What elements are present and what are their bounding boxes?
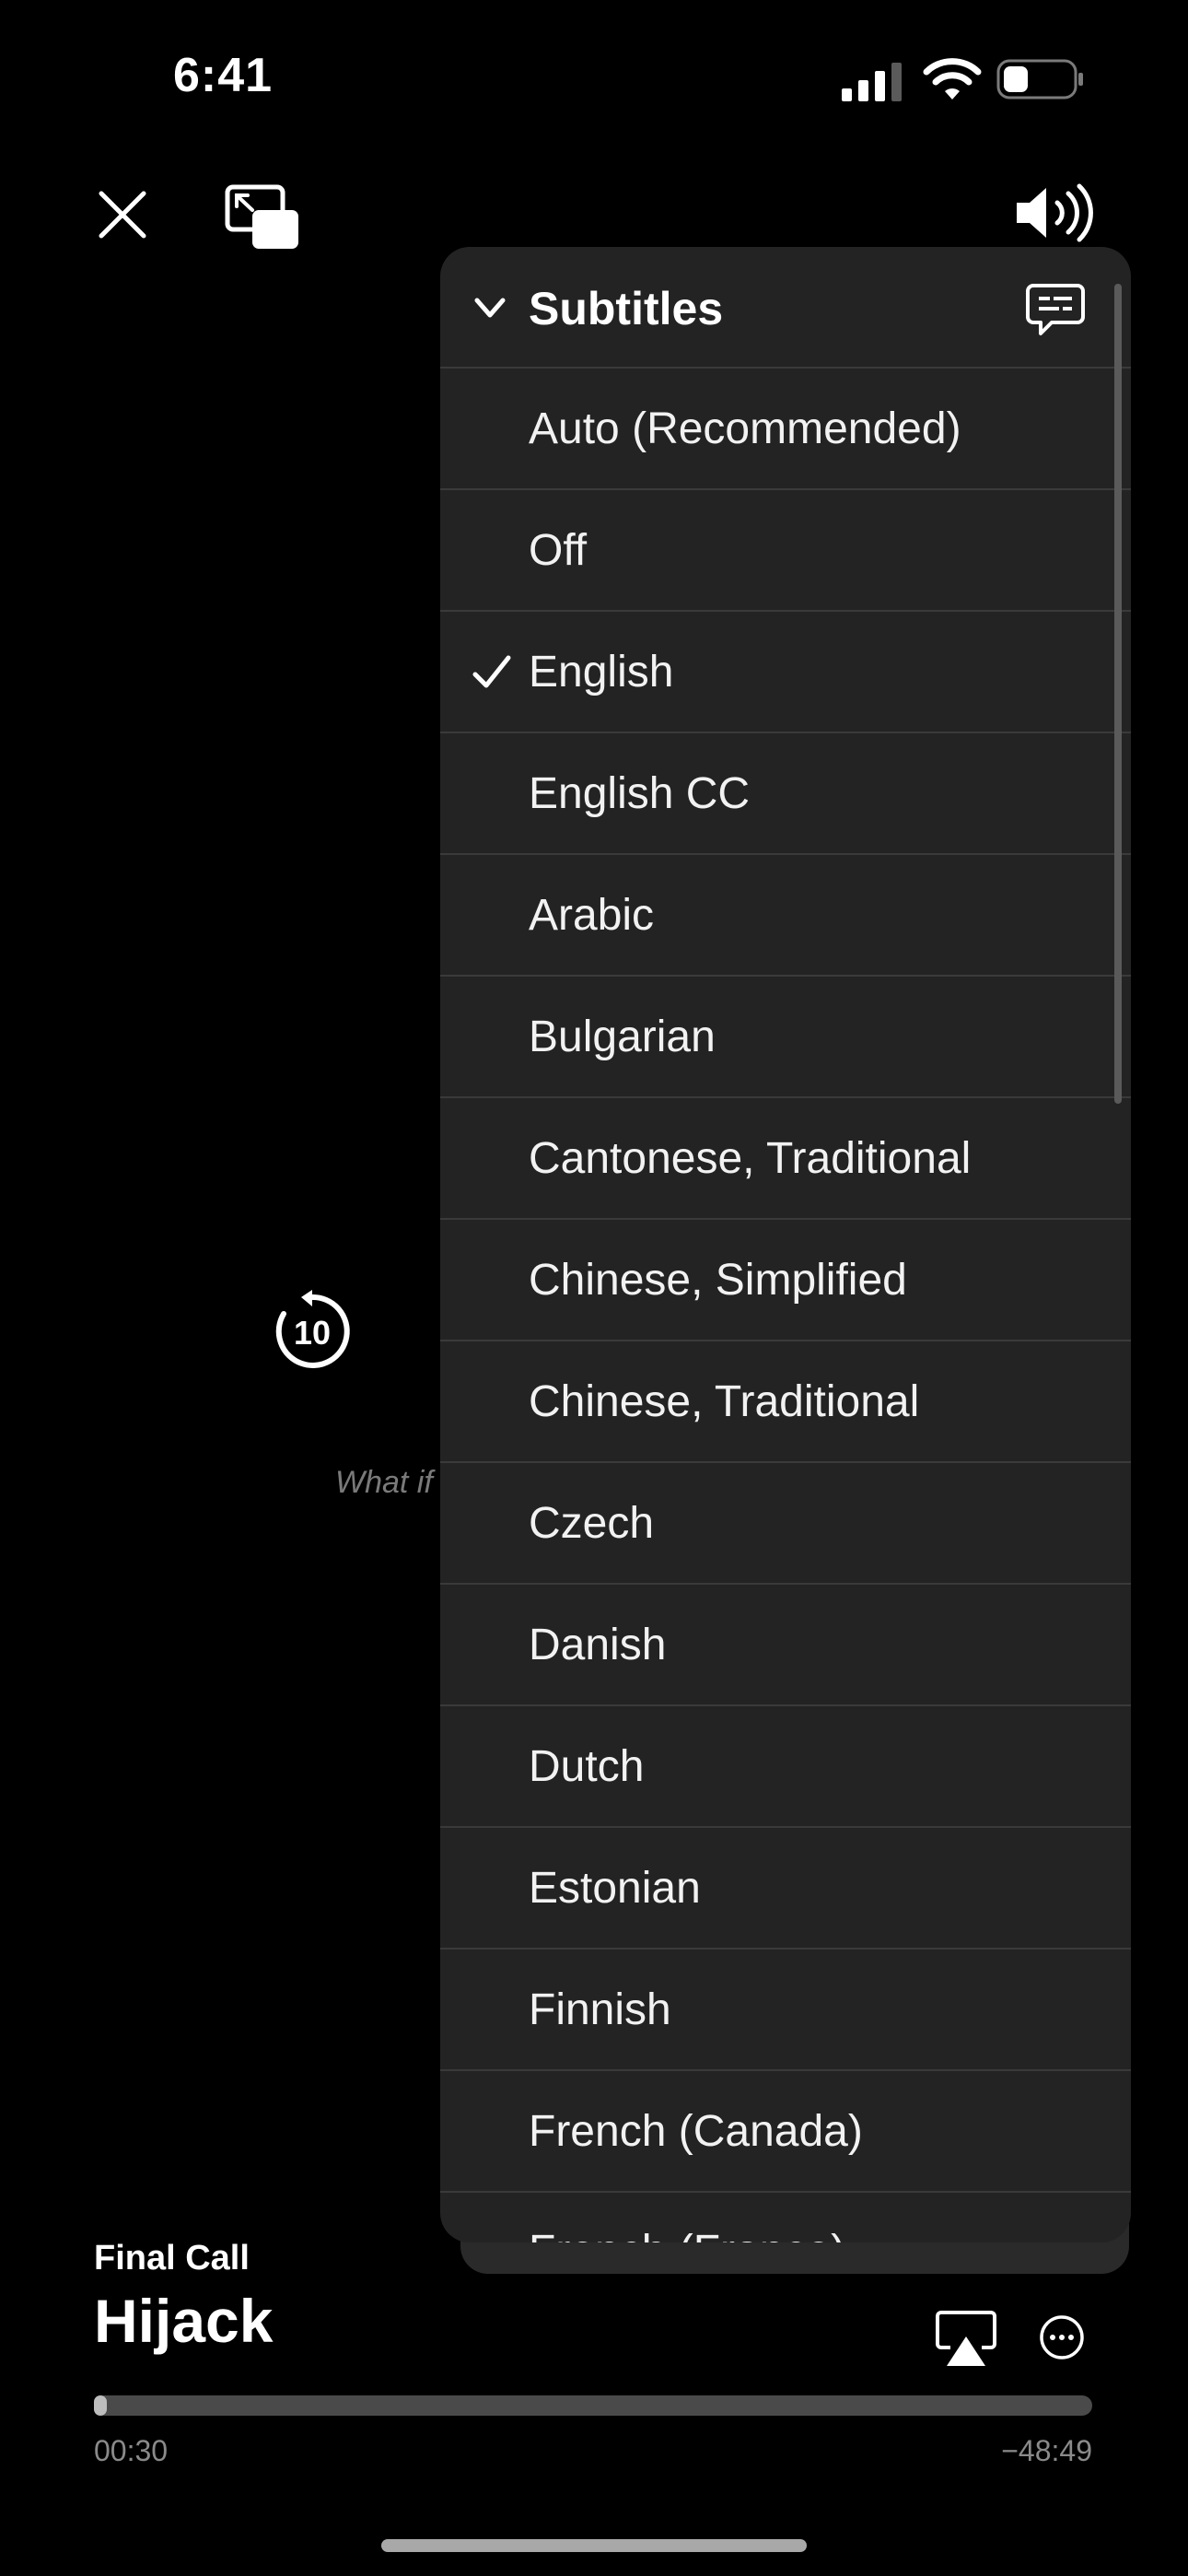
subtitle-option-label: Chinese, Traditional bbox=[529, 1376, 920, 1426]
status-time: 6:41 bbox=[173, 49, 274, 102]
subtitles-menu-header[interactable]: Subtitles bbox=[440, 247, 1131, 369]
volume-button[interactable] bbox=[1013, 182, 1096, 243]
subtitles-menu-title: Subtitles bbox=[529, 283, 724, 334]
subtitle-option-english[interactable]: English bbox=[440, 612, 1131, 733]
subtitles-menu: Subtitles Auto (Recommended) Off English… bbox=[440, 247, 1131, 2242]
status-bar: 6:41 bbox=[0, 0, 1188, 147]
subtitles-icon bbox=[1026, 284, 1085, 335]
subtitle-option-off[interactable]: Off bbox=[440, 490, 1131, 612]
more-icon bbox=[1040, 2315, 1084, 2359]
subtitle-option-label: English bbox=[529, 647, 674, 697]
subtitle-option-label: Finnish bbox=[529, 1985, 671, 2034]
subtitle-option-french-canada[interactable]: French (Canada) bbox=[440, 2071, 1131, 2193]
subtitle-option-french-france[interactable]: French (France) bbox=[440, 2193, 1131, 2242]
battery-icon bbox=[996, 59, 1083, 100]
subtitle-option-label: French (France) bbox=[529, 2226, 845, 2242]
subtitle-option-label: English CC bbox=[529, 768, 751, 818]
picture-in-picture-icon bbox=[225, 184, 298, 249]
subtitle-option-label: Cantonese, Traditional bbox=[529, 1133, 972, 1183]
subtitle-option-chinese-simplified[interactable]: Chinese, Simplified bbox=[440, 1220, 1131, 1341]
subtitle-option-czech[interactable]: Czech bbox=[440, 1463, 1131, 1585]
playback-progress-fill bbox=[94, 2395, 107, 2416]
subtitle-option-label: Estonian bbox=[529, 1863, 701, 1913]
subtitle-option-label: Arabic bbox=[529, 890, 655, 940]
subtitle-option-label: Bulgarian bbox=[529, 1012, 716, 1061]
skip-back-seconds: 10 bbox=[293, 1314, 332, 1352]
close-icon bbox=[99, 191, 146, 239]
subtitle-option-english-cc[interactable]: English CC bbox=[440, 733, 1131, 855]
subtitle-option-finnish[interactable]: Finnish bbox=[440, 1950, 1131, 2071]
menu-scrollbar[interactable] bbox=[1114, 284, 1122, 1104]
subtitle-option-label: French (Canada) bbox=[529, 2106, 863, 2156]
subtitle-option-label: Czech bbox=[529, 1498, 655, 1548]
more-options-button[interactable] bbox=[1039, 2314, 1085, 2360]
subtitle-option-auto[interactable]: Auto (Recommended) bbox=[440, 369, 1131, 490]
episode-title: Final Call bbox=[94, 2239, 250, 2277]
remaining-time: −48:49 bbox=[1001, 2434, 1092, 2467]
home-indicator[interactable] bbox=[381, 2539, 807, 2552]
elapsed-time: 00:30 bbox=[94, 2434, 169, 2467]
now-playing-info: Final Call Hijack bbox=[94, 2239, 273, 2356]
close-button[interactable] bbox=[92, 184, 153, 245]
show-title: Hijack bbox=[94, 2287, 274, 2355]
playback-progress-bar[interactable] bbox=[94, 2395, 1092, 2416]
airplay-icon bbox=[936, 2311, 996, 2366]
subtitle-option-label: Danish bbox=[529, 1620, 667, 1669]
picture-in-picture-button[interactable] bbox=[225, 184, 300, 251]
skip-back-10-button[interactable]: 10 bbox=[271, 1290, 354, 1373]
volume-icon bbox=[1017, 183, 1093, 242]
subtitle-option-bulgarian[interactable]: Bulgarian bbox=[440, 977, 1131, 1098]
wifi-icon bbox=[923, 58, 982, 100]
subtitle-option-label: Chinese, Simplified bbox=[529, 1255, 907, 1305]
signal-icon bbox=[842, 63, 902, 101]
airplay-button[interactable] bbox=[936, 2311, 996, 2368]
subtitle-option-dutch[interactable]: Dutch bbox=[440, 1706, 1131, 1828]
subtitle-option-cantonese-traditional[interactable]: Cantonese, Traditional bbox=[440, 1098, 1131, 1220]
subtitle-option-arabic[interactable]: Arabic bbox=[440, 855, 1131, 977]
subtitle-option-chinese-traditional[interactable]: Chinese, Traditional bbox=[440, 1341, 1131, 1463]
checkmark-icon bbox=[472, 655, 511, 688]
subtitle-option-label: Auto (Recommended) bbox=[529, 404, 961, 453]
subtitle-option-label: Off bbox=[529, 525, 588, 575]
subtitle-caption: What if bbox=[335, 1465, 433, 1500]
chevron-down-icon bbox=[474, 298, 506, 318]
subtitle-option-estonian[interactable]: Estonian bbox=[440, 1828, 1131, 1950]
subtitle-option-label: Dutch bbox=[529, 1741, 645, 1791]
subtitle-option-danish[interactable]: Danish bbox=[440, 1585, 1131, 1706]
